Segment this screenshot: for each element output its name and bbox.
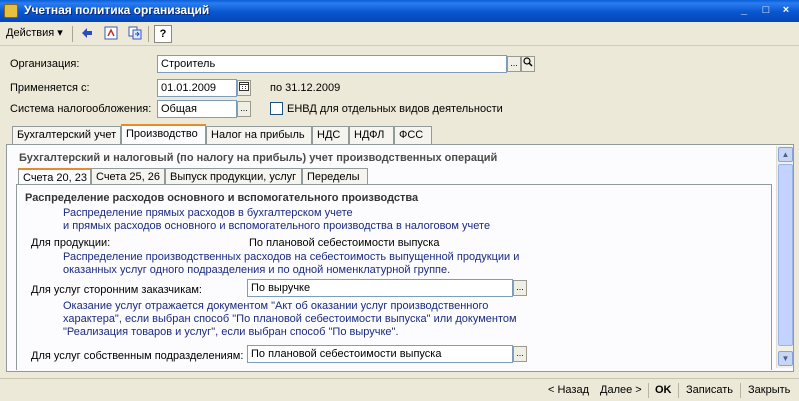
third-party-field[interactable]: По выручке xyxy=(247,279,513,297)
ok-button[interactable]: OK xyxy=(655,384,672,396)
applies-from-label: Применяется с: xyxy=(10,82,90,94)
tab-accounting[interactable]: Бухгалтерский учет xyxy=(12,126,121,144)
copy-document-icon[interactable] xyxy=(126,25,144,43)
tax-system-select-button[interactable]: ... xyxy=(237,101,251,117)
applies-to-text: по 31.12.2009 xyxy=(270,82,341,94)
toolbar: Действия ▾ ? xyxy=(0,22,799,46)
third-party-label: Для услуг сторонним заказчикам: xyxy=(31,284,202,296)
window-title: Учетная политика организаций xyxy=(24,3,210,17)
production-section-title: Бухгалтерский и налоговый (по налогу на … xyxy=(19,152,498,164)
vertical-scrollbar[interactable]: ▲ ▼ xyxy=(776,146,793,368)
distribution-title: Распределение расходов основного и вспом… xyxy=(25,192,419,204)
scroll-down-icon[interactable]: ▼ xyxy=(778,351,793,366)
distribution-desc-1: Распределение прямых расходов в бухгалте… xyxy=(63,207,353,219)
search-icon[interactable] xyxy=(521,56,535,72)
minimize-icon[interactable]: _ xyxy=(736,4,752,18)
bottom-bar: < Назад Далее > OK Записать Закрыть xyxy=(0,378,799,401)
next-button[interactable]: Далее > xyxy=(600,384,642,396)
products-desc-2: оказанных услуг одного подразделения и п… xyxy=(63,264,451,276)
maximize-icon[interactable]: □ xyxy=(758,4,774,18)
own-units-field[interactable]: По плановой себестоимости выпуска xyxy=(247,345,513,363)
toolbar-divider xyxy=(72,26,73,42)
actions-menu-button[interactable]: Действия ▾ xyxy=(6,26,63,39)
scroll-up-icon[interactable]: ▲ xyxy=(778,147,793,162)
save-button[interactable]: Записать xyxy=(686,384,733,396)
third-party-desc-1: Оказание услуг отражается документом "Ак… xyxy=(63,300,489,312)
bottom-divider xyxy=(740,383,741,398)
own-units-label: Для услуг собственным подразделениям: xyxy=(31,350,244,362)
close-button[interactable]: Закрыть xyxy=(748,384,790,396)
distribution-desc-2: и прямых расходов основного и вспомогате… xyxy=(63,220,491,232)
organization-label: Организация: xyxy=(10,58,80,70)
products-label: Для продукции: xyxy=(31,237,111,249)
toolbar-divider xyxy=(148,26,149,42)
tab-ndfl[interactable]: НДФЛ xyxy=(349,126,394,144)
tax-system-field[interactable]: Общая xyxy=(157,100,237,118)
third-party-desc-2: характера", если выбран способ "По плано… xyxy=(63,313,517,325)
bottom-divider xyxy=(648,383,649,398)
organization-select-button[interactable]: ... xyxy=(507,56,521,72)
close-icon[interactable]: × xyxy=(778,4,794,18)
envd-checkbox[interactable] xyxy=(270,102,283,115)
tab-production[interactable]: Производство xyxy=(121,124,206,144)
calendar-icon[interactable] xyxy=(237,80,251,96)
chevron-down-icon: ▾ xyxy=(57,27,63,39)
applies-from-date-field[interactable]: 01.01.2009 xyxy=(157,79,237,97)
help-icon[interactable]: ? xyxy=(154,25,172,43)
own-units-select-button[interactable]: ... xyxy=(513,346,527,362)
back-arrow-icon[interactable] xyxy=(78,25,96,43)
tab-fss[interactable]: ФСС xyxy=(394,126,432,144)
window-titlebar[interactable]: Учетная политика организаций _ □ × xyxy=(0,0,799,22)
envd-label: ЕНВД для отдельных видов деятельности xyxy=(287,103,503,115)
actions-label: Действия xyxy=(6,27,55,39)
tab-vat[interactable]: НДС xyxy=(312,126,349,144)
bottom-divider xyxy=(678,383,679,398)
back-button[interactable]: < Назад xyxy=(548,384,589,396)
tab-profit-tax[interactable]: Налог на прибыль xyxy=(206,126,312,144)
third-party-desc-3: "Реализация товаров и услуг", если выбра… xyxy=(63,326,399,338)
formula-icon[interactable] xyxy=(102,25,120,43)
app-icon xyxy=(4,4,18,18)
products-value[interactable]: По плановой себестоимости выпуска xyxy=(249,237,439,249)
products-desc-1: Распределение производственных расходов … xyxy=(63,251,520,263)
organization-field[interactable]: Строитель xyxy=(157,55,507,73)
scroll-thumb[interactable] xyxy=(778,164,793,346)
third-party-select-button[interactable]: ... xyxy=(513,280,527,296)
tax-system-label: Система налогообложения: xyxy=(10,103,152,115)
